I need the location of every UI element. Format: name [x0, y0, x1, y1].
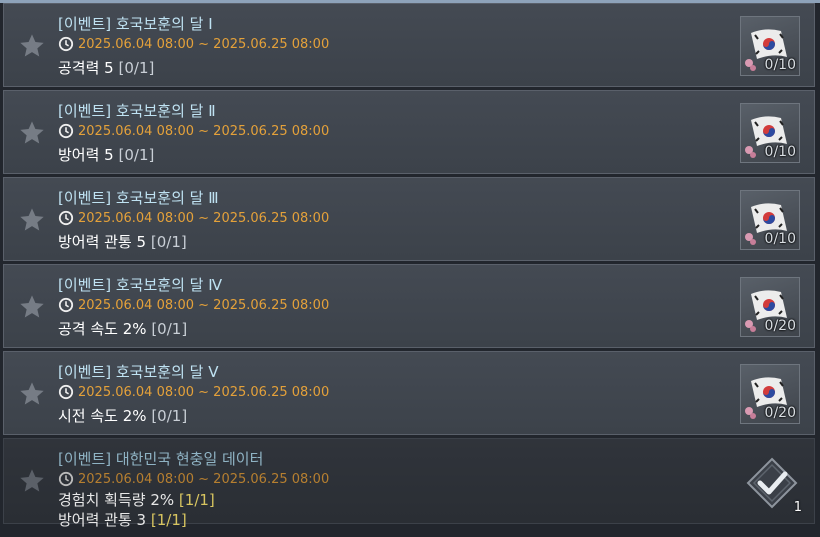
- mission-title: [이벤트] 호국보훈의 달 Ⅳ: [58, 276, 223, 294]
- mission-requirements: 경험치 획득량 2% [1/1] 방어력 관통 3 [1/1]: [58, 490, 215, 530]
- mission-row[interactable]: [이벤트] 호국보훈의 달 Ⅲ 2025.06.04 08:00 ~ 2025.…: [3, 177, 815, 261]
- reward-slot[interactable]: 0/20: [740, 277, 800, 337]
- mission-title: [이벤트] 대한민국 현충일 데이터: [58, 450, 264, 468]
- mission-requirement: 방어력 5 [0/1]: [58, 144, 154, 165]
- star-icon: [20, 469, 44, 492]
- clock-icon: [58, 384, 74, 400]
- mission-period: 2025.06.04 08:00 ~ 2025.06.25 08:00: [58, 210, 329, 226]
- mission-title: [이벤트] 호국보훈의 달 Ⅰ: [58, 15, 213, 33]
- requirement-text: 방어력 5: [58, 146, 114, 164]
- mission-title: [이벤트] 호국보훈의 달 Ⅱ: [58, 102, 216, 120]
- mission-requirement: 공격력 5 [0/1]: [58, 57, 154, 78]
- period-text: 2025.06.04 08:00 ~ 2025.06.25 08:00: [78, 384, 330, 400]
- reward-progress: 0/10: [764, 231, 796, 247]
- requirement-count: [0/1]: [118, 146, 155, 164]
- star-icon: [20, 382, 44, 405]
- clock-icon: [58, 210, 74, 226]
- requirement-count: [0/1]: [118, 59, 155, 77]
- period-text: 2025.06.04 08:00 ~ 2025.06.25 08:00: [78, 123, 330, 139]
- period-text: 2025.06.04 08:00 ~ 2025.06.25 08:00: [78, 210, 330, 226]
- star-icon: [20, 208, 44, 231]
- reward-slot[interactable]: 0/10: [740, 103, 800, 163]
- checkmark-badge-icon: [746, 457, 798, 509]
- clock-icon: [58, 123, 74, 139]
- mission-period: 2025.06.04 08:00 ~ 2025.06.25 08:00: [58, 384, 329, 400]
- reward-progress: 0/20: [764, 318, 796, 334]
- mission-requirement: 시전 속도 2% [0/1]: [58, 405, 187, 426]
- star-icon: [20, 121, 44, 144]
- mission-title: [이벤트] 호국보훈의 달 Ⅲ: [58, 189, 219, 207]
- mission-row[interactable]: [이벤트] 호국보훈의 달 Ⅳ 2025.06.04 08:00 ~ 2025.…: [3, 264, 815, 348]
- mission-row-completed[interactable]: [이벤트] 대한민국 현충일 데이터 2025.06.04 08:00 ~ 20…: [3, 438, 815, 529]
- star-icon: [20, 295, 44, 318]
- period-text: 2025.06.04 08:00 ~ 2025.06.25 08:00: [78, 36, 330, 52]
- mission-list: [이벤트] 호국보훈의 달 Ⅰ 2025.06.04 08:00 ~ 2025.…: [3, 3, 815, 529]
- requirement-count: [0/1]: [150, 233, 187, 251]
- reward-progress: 0/20: [764, 405, 796, 421]
- requirement-text: 공격 속도 2%: [58, 320, 147, 338]
- clock-icon: [58, 36, 74, 52]
- reward-slot[interactable]: 0/20: [740, 364, 800, 424]
- clock-icon: [58, 471, 74, 487]
- requirement-count: [1/1]: [150, 511, 187, 529]
- clock-icon: [58, 297, 74, 313]
- requirement-text: 방어력 관통 3: [58, 511, 147, 529]
- requirement-count: [1/1]: [178, 491, 215, 509]
- mission-period: 2025.06.04 08:00 ~ 2025.06.25 08:00: [58, 36, 329, 52]
- requirement-count: [0/1]: [151, 320, 188, 338]
- mission-row[interactable]: [이벤트] 호국보훈의 달 Ⅱ 2025.06.04 08:00 ~ 2025.…: [3, 90, 815, 174]
- mission-period: 2025.06.04 08:00 ~ 2025.06.25 08:00: [58, 471, 329, 487]
- requirement-text: 시전 속도 2%: [58, 407, 147, 425]
- reward-slot[interactable]: 0/10: [740, 190, 800, 250]
- requirement-text: 방어력 관통 5: [58, 233, 147, 251]
- reward-quantity: 1: [793, 500, 802, 515]
- mission-period: 2025.06.04 08:00 ~ 2025.06.25 08:00: [58, 297, 329, 313]
- mission-title: [이벤트] 호국보훈의 달 Ⅴ: [58, 363, 219, 381]
- reward-progress: 0/10: [764, 144, 796, 160]
- period-text: 2025.06.04 08:00 ~ 2025.06.25 08:00: [78, 297, 330, 313]
- period-text: 2025.06.04 08:00 ~ 2025.06.25 08:00: [78, 471, 330, 487]
- requirement-count: [0/1]: [151, 407, 188, 425]
- mission-requirement: 방어력 관통 3 [1/1]: [58, 510, 215, 530]
- mission-row[interactable]: [이벤트] 호국보훈의 달 Ⅰ 2025.06.04 08:00 ~ 2025.…: [3, 3, 815, 87]
- star-icon: [20, 34, 44, 57]
- mission-row[interactable]: [이벤트] 호국보훈의 달 Ⅴ 2025.06.04 08:00 ~ 2025.…: [3, 351, 815, 435]
- requirement-text: 공격력 5: [58, 59, 114, 77]
- mission-period: 2025.06.04 08:00 ~ 2025.06.25 08:00: [58, 123, 329, 139]
- mission-requirement: 경험치 획득량 2% [1/1]: [58, 490, 215, 510]
- mission-requirement: 공격 속도 2% [0/1]: [58, 318, 187, 339]
- reward-slot[interactable]: 1: [744, 455, 802, 515]
- reward-progress: 0/10: [764, 57, 796, 73]
- requirement-text: 경험치 획득량 2%: [58, 491, 175, 509]
- reward-slot[interactable]: 0/10: [740, 16, 800, 76]
- mission-requirement: 방어력 관통 5 [0/1]: [58, 231, 187, 252]
